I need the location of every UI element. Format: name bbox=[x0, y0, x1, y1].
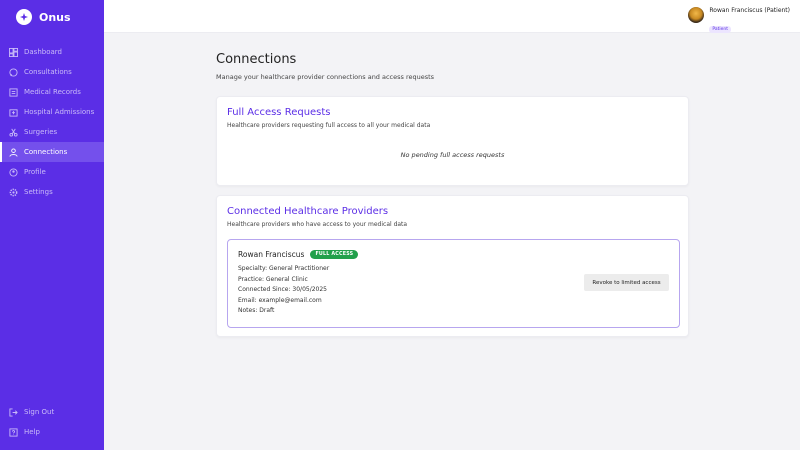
sidebar-bottom: Sign Out Help bbox=[0, 402, 104, 442]
provider-header: Rowan Franciscus FULL ACCESS bbox=[238, 250, 359, 259]
help-icon bbox=[9, 427, 18, 437]
records-icon bbox=[9, 87, 18, 97]
empty-state-message: No pending full access requests bbox=[400, 151, 505, 159]
card-subtitle: Healthcare providers who have access to … bbox=[227, 221, 408, 228]
topbar: Rowan Franciscus (Patient) Patient bbox=[104, 0, 800, 33]
provider-name: Rowan Franciscus bbox=[238, 250, 305, 259]
provider-connected-since: Connected Since: 30/05/2025 bbox=[238, 286, 327, 293]
card-title: Connected Healthcare Providers bbox=[227, 206, 389, 217]
provider-specialty: Specialty: General Practitioner bbox=[238, 265, 330, 272]
user-menu[interactable]: Rowan Franciscus (Patient) Patient bbox=[688, 7, 790, 34]
provider-email: Email: example@email.com bbox=[238, 297, 322, 304]
help-label: Help bbox=[24, 428, 40, 436]
sidebar-item-label: Settings bbox=[24, 188, 53, 196]
sidebar-item-consultations[interactable]: Consultations bbox=[0, 62, 104, 82]
page-subtitle: Manage your healthcare provider connecti… bbox=[216, 73, 435, 81]
sidebar-item-profile[interactable]: Profile bbox=[0, 162, 104, 182]
provider-practice: Practice: General Clinic bbox=[238, 276, 308, 283]
onus-logo-icon bbox=[16, 9, 32, 25]
provider-card: Rowan Franciscus FULL ACCESS Specialty: … bbox=[227, 239, 680, 328]
sidebar-item-hospital-admissions[interactable]: Hospital Admissions bbox=[0, 102, 104, 122]
sidebar-item-label: Surgeries bbox=[24, 128, 58, 136]
access-status-badge: FULL ACCESS bbox=[310, 250, 359, 259]
sidebar-item-label: Profile bbox=[24, 168, 46, 176]
sign-out-label: Sign Out bbox=[24, 408, 55, 416]
sidebar-nav: Dashboard Consultations Medical Records … bbox=[0, 42, 104, 202]
user-icon bbox=[9, 147, 18, 157]
sidebar-item-dashboard[interactable]: Dashboard bbox=[0, 42, 104, 62]
role-badge: Patient bbox=[709, 26, 732, 33]
provider-notes: Notes: Draft bbox=[238, 307, 275, 314]
page-title: Connections bbox=[216, 52, 297, 67]
full-access-requests-card: Full Access Requests Healthcare provider… bbox=[216, 96, 689, 186]
user-info: Rowan Franciscus (Patient) Patient bbox=[709, 7, 790, 34]
scissors-icon bbox=[9, 128, 18, 137]
sidebar-item-settings[interactable]: Settings bbox=[0, 182, 104, 202]
sidebar-item-label: Medical Records bbox=[24, 88, 81, 96]
help-button[interactable]: Help bbox=[0, 422, 104, 442]
gear-icon bbox=[9, 188, 18, 197]
profile-icon bbox=[9, 167, 18, 177]
avatar bbox=[688, 7, 705, 23]
hospital-icon bbox=[9, 108, 18, 117]
sidebar: Onus Dashboard Consultations Medical Rec… bbox=[0, 0, 104, 450]
sidebar-item-medical-records[interactable]: Medical Records bbox=[0, 82, 104, 102]
connected-providers-card: Connected Healthcare Providers Healthcar… bbox=[216, 195, 689, 337]
sign-out-icon bbox=[9, 407, 18, 417]
brand-name: Onus bbox=[39, 10, 71, 24]
card-subtitle: Healthcare providers requesting full acc… bbox=[227, 122, 431, 129]
revoke-access-button[interactable]: Revoke to limited access bbox=[584, 274, 669, 291]
sidebar-item-label: Connections bbox=[24, 148, 68, 156]
sidebar-item-surgeries[interactable]: Surgeries bbox=[0, 122, 104, 142]
brand[interactable]: Onus bbox=[16, 8, 71, 26]
main-content: Connections Manage your healthcare provi… bbox=[216, 52, 690, 337]
sidebar-item-label: Hospital Admissions bbox=[24, 108, 95, 116]
card-title: Full Access Requests bbox=[227, 107, 331, 118]
sidebar-item-label: Dashboard bbox=[24, 48, 62, 56]
chat-icon bbox=[9, 67, 18, 77]
sidebar-item-label: Consultations bbox=[24, 68, 72, 76]
sign-out-button[interactable]: Sign Out bbox=[0, 402, 104, 422]
dashboard-icon bbox=[9, 47, 18, 57]
user-name: Rowan Franciscus (Patient) bbox=[709, 7, 790, 14]
sidebar-item-connections[interactable]: Connections bbox=[0, 142, 104, 162]
